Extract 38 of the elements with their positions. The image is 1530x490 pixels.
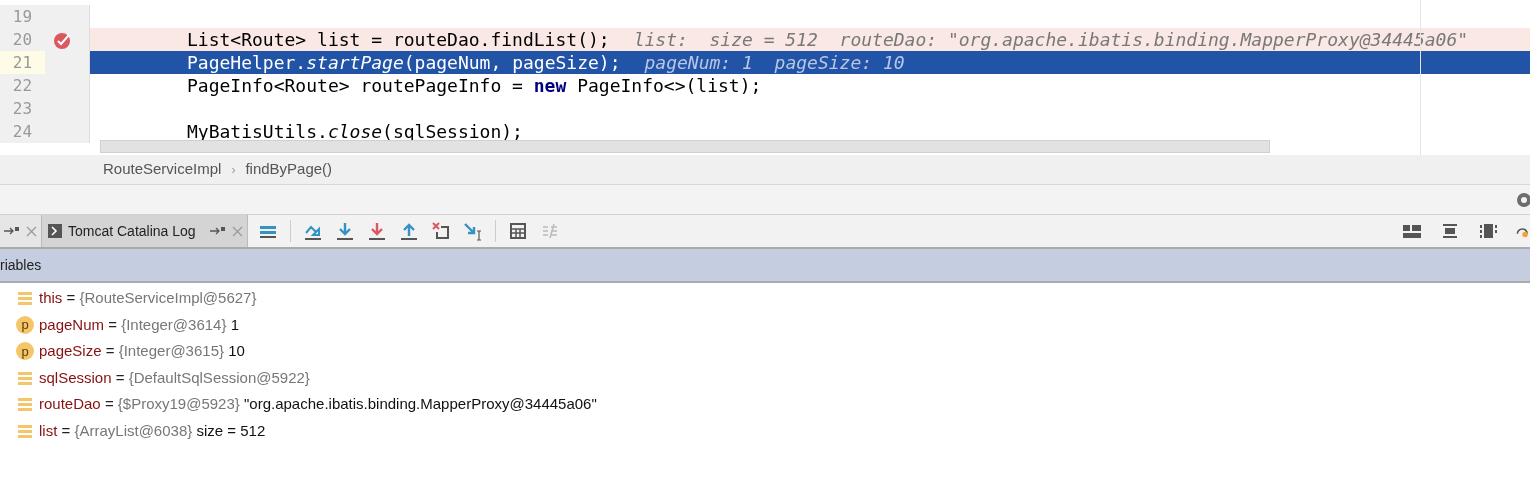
step-out-icon[interactable] xyxy=(398,221,419,241)
line-number: 21 xyxy=(0,51,45,74)
align-icon[interactable] xyxy=(1440,221,1460,241)
pin-icon[interactable] xyxy=(209,225,226,237)
console-icon xyxy=(48,224,62,238)
variable-entry[interactable]: pageSize = {Integer@3615} 10 xyxy=(39,340,245,363)
pin-icon[interactable] xyxy=(4,225,20,237)
code-text: List<Route> list = routeDao.findList(); xyxy=(187,28,610,52)
variable-entry[interactable]: list = {ArrayList@6038} size = 512 xyxy=(39,419,266,442)
variable-entry[interactable]: this = {RouteServiceImpl@5627} xyxy=(39,287,257,310)
horizontal-scrollbar[interactable] xyxy=(100,140,1270,153)
inline-value-hint: pageNum: 1 pageSize: 10 xyxy=(644,51,905,75)
film-icon[interactable] xyxy=(1478,221,1498,241)
debug-tab[interactable]: Tomcat Catalina Log xyxy=(42,215,248,247)
code-text: MyBatisUtils.close(sqlSession); xyxy=(187,120,523,144)
breadcrumb[interactable]: findByPage() xyxy=(245,158,333,181)
parameter-badge: p xyxy=(16,342,34,361)
code-text: PageHelper.startPage(pageNum, pageSize); xyxy=(187,51,621,75)
code-text: PageInfo<Route> routePageInfo = new PageInfo<>(list); xyxy=(187,74,762,98)
force-step-into-icon[interactable] xyxy=(366,221,387,241)
panel-title: riables xyxy=(0,255,42,275)
debug-tab[interactable] xyxy=(0,215,42,247)
step-into-icon[interactable] xyxy=(334,221,355,241)
run-to-cursor-icon[interactable] xyxy=(462,221,483,241)
line-number: 24 xyxy=(0,120,45,143)
inline-value-hint: list: size = 512 routeDao: "org.apache.ibatis.binding.MapperProxy@34445a06" xyxy=(633,28,1469,52)
breadcrumb[interactable]: RouteServiceImpl xyxy=(103,158,222,181)
breadcrumb-separator: › xyxy=(231,161,236,179)
variable-entry[interactable]: sqlSession = {DefaultSqlSession@5922} xyxy=(39,366,310,389)
variable-entry[interactable]: pageNum = {Integer@3614} 1 xyxy=(39,313,239,336)
line-number: 19 xyxy=(0,5,45,28)
calculator-icon[interactable] xyxy=(507,221,528,241)
variable-entry[interactable]: routeDao = {$Proxy19@5923} "org.apache.ibatis.binding.MapperProxy@34445a06" xyxy=(39,393,597,416)
drop-frame-icon[interactable] xyxy=(430,221,451,241)
line-number: 20 xyxy=(0,28,45,51)
line-number: 22 xyxy=(0,74,45,97)
line-number: 23 xyxy=(0,97,45,120)
parameter-badge: p xyxy=(16,315,34,334)
